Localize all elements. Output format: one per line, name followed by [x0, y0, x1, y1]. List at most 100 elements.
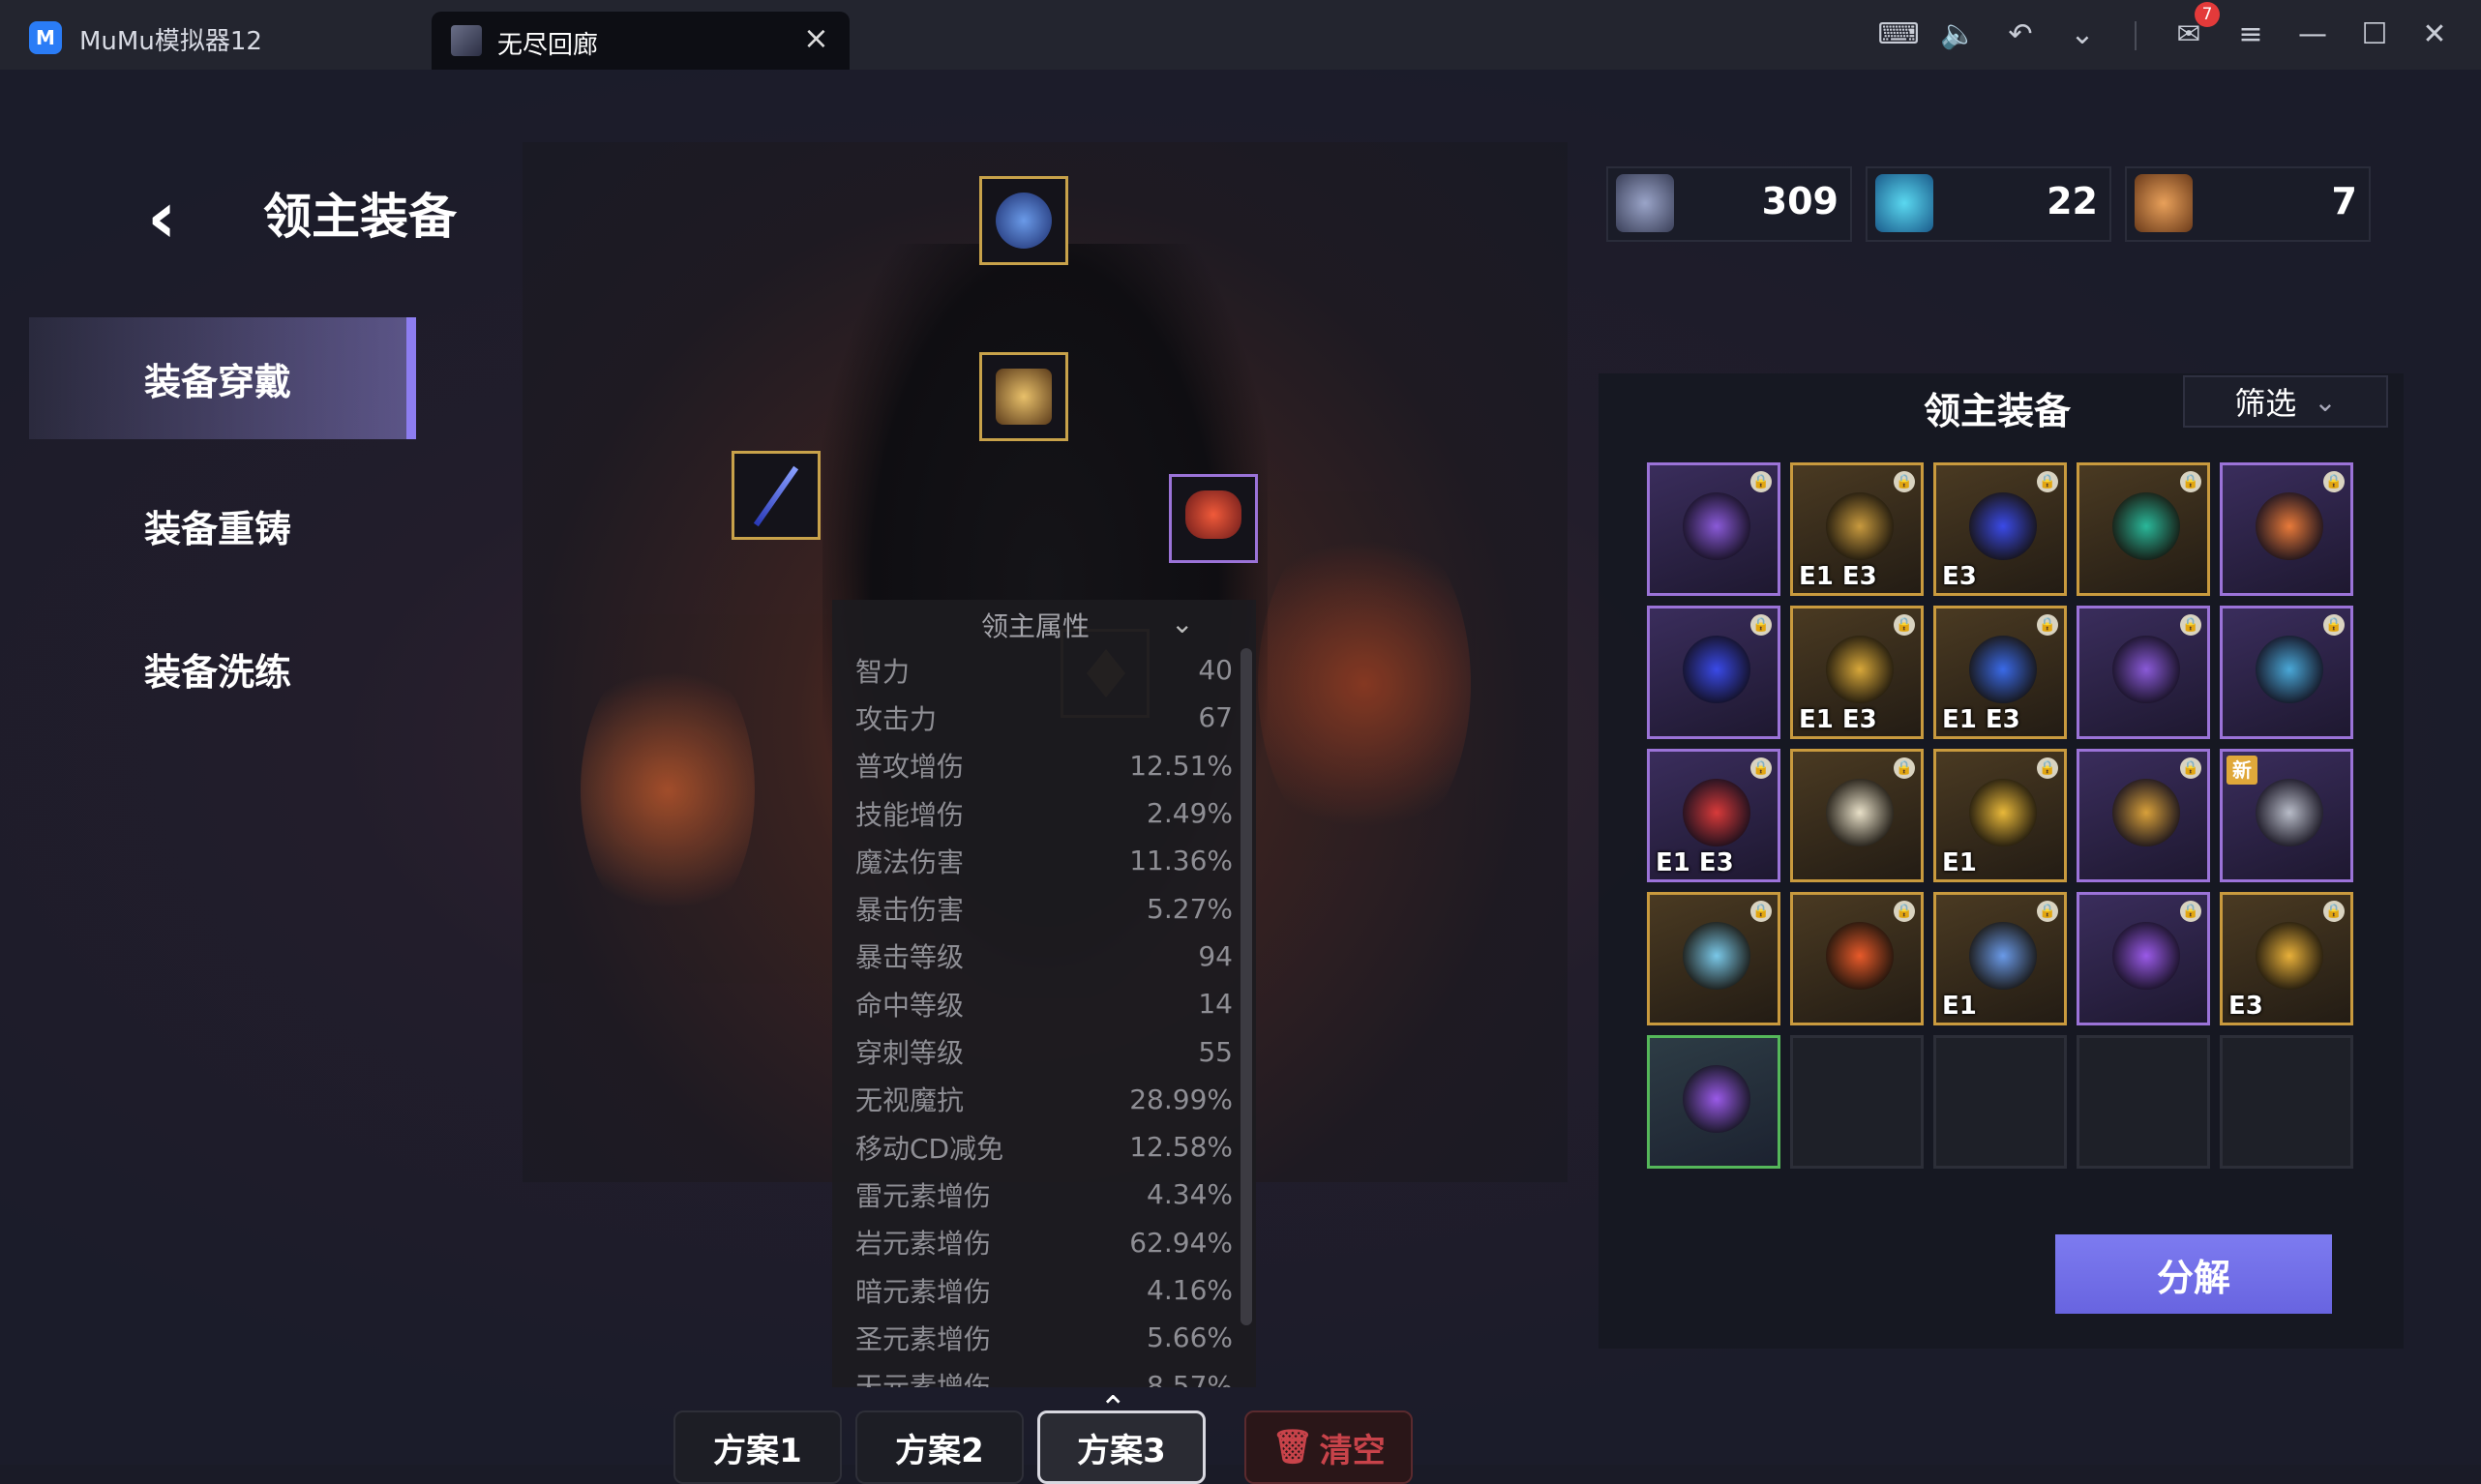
gold-armor-icon	[1826, 492, 1894, 560]
blue-spear-icon	[1969, 492, 2037, 560]
volume-icon[interactable]: 🔈	[1937, 15, 1980, 54]
item-enchant-tag: E1	[1942, 992, 1977, 1021]
game-tab[interactable]: 无尽回廊 ×	[432, 12, 850, 70]
inventory-item[interactable]: 🔒 E3	[2220, 892, 2353, 1025]
inventory-item[interactable]: 🔒	[1790, 892, 1924, 1025]
inventory-item[interactable]: 🔒 E1 E3	[1647, 749, 1780, 882]
menu-icon[interactable]: ≡	[2229, 15, 2272, 54]
inventory-item[interactable]: 🔒	[1790, 749, 1924, 882]
lock-icon: 🔒	[2323, 614, 2345, 636]
attribute-name: 技能增伤	[855, 798, 965, 831]
inventory-slot-empty[interactable]	[1933, 1035, 2067, 1169]
inventory-item[interactable]: 新	[2220, 749, 2353, 882]
attribute-value: 28.99%	[1129, 1083, 1233, 1115]
sidebar-item-equip-refine[interactable]: 装备洗练	[29, 608, 406, 729]
item-enchant-tag: E3	[1942, 562, 1977, 591]
gold-armor-icon	[996, 369, 1052, 425]
purple-staff-icon	[1683, 492, 1750, 560]
inventory-grid: 🔒 🔒 E1 E3 🔒 E3 🔒 🔒 🔒 🔒 E1 E3 🔒 E1 E3 🔒 🔒 🔒 E1 E3 🔒 🔒 E1 🔒 新 🔒…	[1647, 462, 2382, 1198]
fire-gauntlet-icon	[2256, 492, 2323, 560]
lock-icon: 🔒	[1894, 471, 1915, 492]
inventory-item[interactable]: 🔒	[2220, 606, 2353, 739]
attribute-row: 天元素增伤 8.57%	[855, 1361, 1233, 1387]
window-close-icon[interactable]: ✕	[2413, 15, 2456, 54]
silver-armor-icon	[2256, 779, 2323, 846]
inventory-item[interactable]: 🔒 E1	[1933, 892, 2067, 1025]
equip-slot-armor[interactable]	[979, 352, 1068, 441]
inventory-slot-empty[interactable]	[2077, 1035, 2210, 1169]
keyboard-icon[interactable]: ⌨	[1877, 15, 1920, 54]
inventory-item[interactable]: 🔒	[2077, 749, 2210, 882]
red-claw-icon	[1683, 779, 1750, 846]
chevron-down-icon[interactable]: ⌄	[1171, 608, 1193, 639]
inventory-item[interactable]: 🔒	[1647, 892, 1780, 1025]
inventory-item[interactable]: 🔒	[2077, 606, 2210, 739]
lord-attributes-panel[interactable]: 领主属性 智力 40 攻击力 67 普攻增伤 12.51% 技能增伤 2.49% 魔法伤害 11.…	[832, 600, 1256, 1387]
inventory-item[interactable]: 🔒	[2077, 892, 2210, 1025]
sidebar-item-equip-reforge[interactable]: 装备重铸	[29, 464, 406, 586]
lock-icon: 🔒	[2037, 614, 2058, 636]
attribute-value: 67	[1198, 701, 1233, 734]
filter-button[interactable]: 筛选 ⌄	[2183, 375, 2388, 428]
maximize-icon[interactable]: ☐	[2353, 15, 2396, 54]
inventory-item[interactable]	[1647, 1035, 1780, 1169]
blue-ring-icon	[1969, 922, 2037, 990]
attribute-name: 岩元素增伤	[855, 1228, 992, 1261]
purple-armor-icon	[2112, 636, 2180, 703]
inventory-slot-empty[interactable]	[1790, 1035, 1924, 1169]
clear-button[interactable]: 🗑 清空	[1244, 1410, 1413, 1484]
blue-helmet-icon	[1969, 636, 2037, 703]
inventory-item[interactable]: 🔒 E1	[1933, 749, 2067, 882]
lock-icon: 🔒	[2037, 901, 2058, 922]
inventory-slot-empty[interactable]	[2220, 1035, 2353, 1169]
fire-ring-icon	[1826, 922, 1894, 990]
crystal-icon	[1875, 174, 1933, 232]
tab-close-icon[interactable]: ×	[803, 19, 829, 56]
attribute-row: 命中等级 14	[855, 980, 1233, 1027]
trash-icon: 🗑	[1271, 1428, 1314, 1467]
titlebar-divider	[2135, 21, 2137, 50]
torch-glow-left	[581, 645, 755, 935]
lock-icon: 🔒	[2180, 614, 2201, 636]
inventory-item[interactable]: 🔒 E1 E3	[1933, 606, 2067, 739]
plan-3-button[interactable]: 方案3	[1037, 1410, 1206, 1484]
attribute-row: 岩元素增伤 62.94%	[855, 1219, 1233, 1266]
attribute-name: 无视魔抗	[855, 1084, 965, 1117]
plan-1-button[interactable]: 方案1	[673, 1410, 842, 1484]
attribute-value: 12.58%	[1129, 1131, 1233, 1164]
inventory-item[interactable]: 🔒 E3	[1933, 462, 2067, 596]
lock-icon: 🔒	[1750, 471, 1772, 492]
chevron-down-icon: ⌄	[2314, 385, 2337, 418]
sidebar-item-equip-wear[interactable]: 装备穿戴	[29, 317, 416, 439]
inventory-item[interactable]: 🔒	[1647, 606, 1780, 739]
lock-icon: 🔒	[2180, 471, 2201, 492]
inventory-item[interactable]: 🔒	[2077, 462, 2210, 596]
lock-icon: 🔒	[2180, 757, 2201, 779]
undo-icon[interactable]: ↶	[1999, 15, 2042, 54]
game-viewport: ‹ 领主装备 装备穿戴 装备重铸 装备洗练 309 22 7 领主属性 智力 40…	[0, 70, 2481, 1484]
red-claw-icon	[1185, 490, 1241, 539]
gold-book-icon	[1969, 779, 2037, 846]
attribute-value: 62.94%	[1129, 1226, 1233, 1259]
plan-2-button[interactable]: 方案2	[855, 1410, 1024, 1484]
inventory-item[interactable]: 🔒 E1 E3	[1790, 606, 1924, 739]
minimize-icon[interactable]: —	[2291, 15, 2334, 54]
inventory-item[interactable]: 🔒	[2220, 462, 2353, 596]
equip-slot-gloves[interactable]	[1169, 474, 1258, 563]
item-enchant-tag: E1 E3	[1942, 705, 2020, 734]
inventory-item[interactable]: 🔒	[1647, 462, 1780, 596]
attributes-scrollbar[interactable]	[1240, 648, 1252, 1325]
window-titlebar: M MuMu模拟器12 无尽回廊 × ⌨ 🔈 ↶ ⌄ ✉ 7 ≡ — ☐ ✕	[0, 0, 2481, 70]
chevron-down-icon[interactable]: ⌄	[2061, 15, 2104, 54]
attribute-value: 14	[1198, 988, 1233, 1021]
equip-slot-weapon[interactable]	[732, 451, 821, 540]
back-button[interactable]: ‹	[147, 176, 177, 259]
inventory-item[interactable]: 🔒 E1 E3	[1790, 462, 1924, 596]
decompose-button[interactable]: 分解	[2055, 1234, 2332, 1314]
equip-slot-helmet[interactable]	[979, 176, 1068, 265]
attribute-name: 穿刺等级	[855, 1037, 965, 1070]
blue-spear-icon	[753, 465, 799, 527]
blue-spear-icon	[1683, 636, 1750, 703]
page-title: 领主装备	[263, 189, 457, 245]
attributes-list: 智力 40 攻击力 67 普攻增伤 12.51% 技能增伤 2.49% 魔法伤害 11.36% 暴击…	[855, 646, 1233, 1387]
